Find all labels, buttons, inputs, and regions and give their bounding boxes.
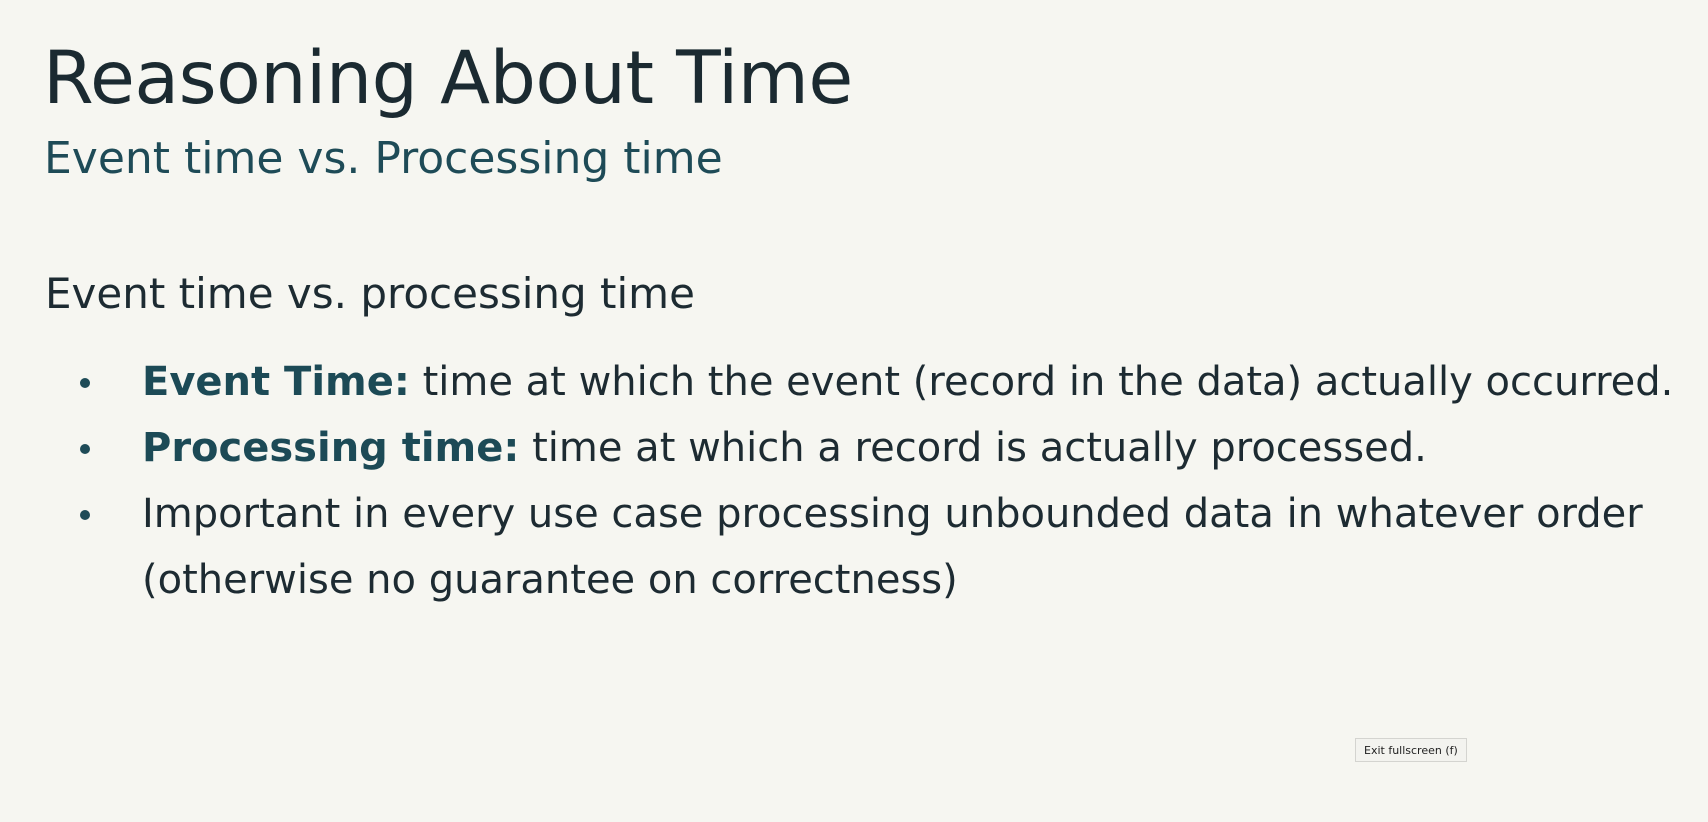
slide: Reasoning About Time Event time vs. Proc… (0, 0, 1708, 822)
bullet-term: Processing time: (142, 425, 520, 471)
slide-title: Reasoning About Time (43, 36, 853, 121)
bullet-text: Important in every use case processing u… (142, 481, 1682, 613)
bullet-text: Processing time: time at which a record … (142, 415, 1682, 481)
exit-fullscreen-button[interactable]: Exit fullscreen (f) (1355, 738, 1467, 762)
bullet-description: time at which a record is actually proce… (519, 425, 1427, 471)
bullet-dot-icon (80, 510, 90, 520)
bullet-term: Event Time: (142, 359, 410, 405)
bullet-description: Important in every use case processing u… (142, 491, 1643, 603)
bullet-text: Event Time: time at which the event (rec… (142, 349, 1682, 415)
bullet-item-event-time: Event Time: time at which the event (rec… (0, 349, 1708, 415)
slide-subtitle: Event time vs. Processing time (44, 133, 723, 184)
bullet-description: time at which the event (record in the d… (409, 359, 1674, 405)
bullet-dot-icon (80, 444, 90, 454)
section-heading: Event time vs. processing time (45, 269, 695, 318)
bullet-item-processing-time: Processing time: time at which a record … (0, 415, 1708, 481)
bullet-item-importance: Important in every use case processing u… (0, 481, 1708, 613)
bullet-dot-icon (80, 378, 90, 388)
bullet-list: Event Time: time at which the event (rec… (0, 349, 1708, 613)
